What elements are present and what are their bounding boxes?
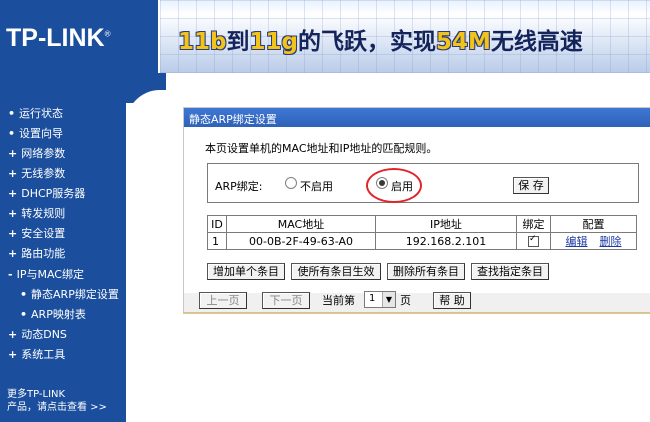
col-ip: IP地址 (375, 215, 517, 233)
enable-all-button[interactable]: 使所有条目生效 (291, 263, 381, 280)
add-entry-button[interactable]: 增加单个条目 (207, 263, 285, 280)
page-select-value: 1 (369, 293, 376, 304)
find-entry-button[interactable]: 查找指定条目 (471, 263, 549, 280)
arp-binding-box: ARP绑定: 不启用 启用 (207, 163, 639, 203)
row-mac: 00-0B-2F-49-63-A0 (226, 232, 376, 250)
more-products-link[interactable]: 更多TP-LINK 产品，请点击查看 >> (7, 388, 107, 414)
settings-panel: 静态ARP绑定设置 (183, 107, 650, 314)
col-config: 配置 (550, 215, 637, 233)
col-bind: 绑定 (516, 215, 551, 233)
sidebar-item-status[interactable]: • 运行状态 (8, 105, 63, 121)
panel-bottom-border (183, 312, 650, 313)
sidebar-item-network[interactable]: + 网络参数 (8, 145, 65, 161)
chevron-down-icon: ▼ (382, 292, 395, 307)
sidebar-item-ip-mac-binding[interactable]: - IP与MAC绑定 (8, 266, 84, 282)
radio-disable-label: 不启用 (300, 180, 333, 193)
col-mac: MAC地址 (226, 215, 376, 233)
arp-table: ID MAC地址 IP地址 绑定 配置 1 00-0B-2F-49-63-A0 … (207, 215, 637, 250)
row-ip: 192.168.2.101 (375, 232, 517, 250)
page-description: 本页设置单机的MAC地址和IP地址的匹配规则。 (205, 142, 438, 155)
logo-box: TP-LINK® (0, 0, 160, 73)
row-config: 编辑 删除 (550, 232, 637, 250)
more-products-line2: 产品，请点击查看 >> (7, 402, 107, 413)
current-page-label: 当前第 (322, 294, 355, 307)
delete-link[interactable]: 删除 (600, 235, 622, 248)
sidebar-item-security[interactable]: + 安全设置 (8, 225, 65, 241)
content-corner (126, 90, 186, 150)
sidebar-item-routing[interactable]: + 路由功能 (8, 245, 65, 261)
col-id: ID (207, 215, 227, 233)
sidebar-item-system-tools[interactable]: + 系统工具 (8, 346, 65, 362)
tp-link-logo: TP-LINK® (6, 24, 111, 52)
highlight-circle (366, 168, 422, 203)
sidebar-item-forwarding[interactable]: + 转发规则 (8, 205, 65, 221)
panel-title-bar: 静态ARP绑定设置 (184, 108, 650, 127)
row-bind-cell (516, 232, 551, 250)
save-button[interactable]: 保 存 (513, 177, 549, 194)
more-products-line1: 更多TP-LINK (7, 389, 66, 400)
panel-title: 静态ARP绑定设置 (189, 113, 277, 126)
prev-page-button[interactable]: 上一页 (199, 292, 247, 309)
page-select[interactable]: 1 ▼ (364, 291, 396, 308)
table-row: 1 00-0B-2F-49-63-A0 192.168.2.101 编辑删除 (207, 232, 637, 250)
edit-link[interactable]: 编辑 (566, 235, 588, 248)
banner: 11b到11g的飞跃，实现54M无线高速 (160, 0, 650, 73)
sidebar-item-ddns[interactable]: + 动态DNS (8, 326, 67, 342)
sidebar-item-static-arp[interactable]: • 静态ARP绑定设置 (20, 286, 119, 302)
delete-all-button[interactable]: 删除所有条目 (387, 263, 465, 280)
sidebar-item-dhcp[interactable]: + DHCP服务器 (8, 185, 85, 201)
banner-slogan: 11b到11g的飞跃，实现54M无线高速 (178, 29, 583, 55)
header: TP-LINK® 11b到11g的飞跃，实现54M无线高速 (0, 0, 650, 73)
next-page-button[interactable]: 下一页 (262, 292, 310, 309)
page-suffix: 页 (400, 294, 411, 307)
table-header-row: ID MAC地址 IP地址 绑定 配置 (207, 215, 637, 233)
help-button[interactable]: 帮 助 (433, 292, 471, 309)
sidebar-item-wireless[interactable]: + 无线参数 (8, 165, 65, 181)
bind-checkbox[interactable] (528, 234, 539, 247)
arp-binding-label: ARP绑定: (215, 180, 263, 193)
row-id: 1 (207, 232, 227, 250)
sidebar-item-arp-table[interactable]: • ARP映射表 (20, 306, 86, 322)
radio-disable[interactable] (285, 177, 297, 189)
sidebar-item-wizard[interactable]: • 设置向导 (8, 125, 63, 141)
